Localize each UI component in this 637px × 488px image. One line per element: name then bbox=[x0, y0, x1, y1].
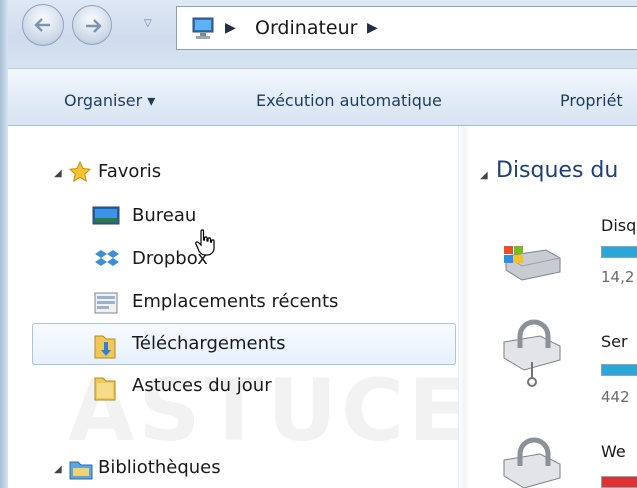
drive-usage-bar bbox=[601, 364, 637, 376]
breadcrumb-arrow-icon[interactable]: ▶ bbox=[367, 20, 378, 36]
sidebar-item-label: Bureau bbox=[132, 205, 197, 226]
network-drive-icon bbox=[503, 437, 561, 488]
dropbox-icon bbox=[95, 250, 119, 266]
recent-pages-dropdown[interactable]: ▽ bbox=[144, 18, 152, 29]
command-bar: Organiser ▾ Exécution automatique Propri… bbox=[8, 68, 637, 126]
address-bar[interactable]: ▶ Ordinateur ▶ bbox=[176, 6, 637, 50]
group-title: Disques du bbox=[496, 158, 619, 183]
sidebar-item-label: Téléchargements bbox=[132, 333, 286, 354]
collapse-arrow-icon[interactable]: ◢ bbox=[480, 170, 488, 181]
organize-button[interactable]: Organiser ▾ bbox=[64, 91, 155, 110]
hand-cursor-icon bbox=[195, 229, 215, 256]
sidebar-item-recent-places[interactable]: Emplacements récents bbox=[8, 284, 458, 322]
drive-name: Ser bbox=[601, 332, 628, 351]
tree-libraries[interactable]: ◢ Bibliothèques bbox=[8, 450, 458, 488]
forward-arrow-icon bbox=[86, 19, 102, 33]
window-frame bbox=[0, 0, 8, 488]
downloads-folder-icon bbox=[94, 335, 116, 359]
expand-arrow-icon[interactable]: ◢ bbox=[54, 464, 62, 475]
sidebar-item-desktop[interactable]: Bureau bbox=[8, 198, 458, 236]
sidebar-item-label: Emplacements récents bbox=[132, 291, 339, 312]
recent-places-icon bbox=[94, 292, 118, 314]
content-pane: ◢ Disques du Disq 14,2 Ser 442 We bbox=[470, 126, 637, 488]
sidebar-item-label: Astuces du jour bbox=[132, 375, 272, 396]
drive-size: 14,2 bbox=[601, 268, 635, 286]
autoplay-button[interactable]: Exécution automatique bbox=[256, 91, 442, 110]
expand-arrow-icon[interactable]: ◢ bbox=[54, 168, 62, 179]
breadcrumb-arrow-icon[interactable]: ▶ bbox=[225, 20, 236, 36]
drive-name: We bbox=[601, 442, 626, 461]
drive-name: Disq bbox=[601, 216, 637, 235]
back-arrow-icon bbox=[34, 18, 50, 32]
tree-favorites[interactable]: ◢ Favoris bbox=[8, 154, 458, 192]
pane-splitter[interactable] bbox=[458, 126, 470, 488]
forward-button[interactable] bbox=[72, 5, 112, 45]
sidebar-item-tips[interactable]: Astuces du jour bbox=[8, 368, 458, 406]
navigation-pane: ASTUCES ◢ Favoris Bureau Dropbox Emplace… bbox=[8, 126, 533, 488]
drive-usage-bar bbox=[601, 476, 637, 488]
drive-size: 442 bbox=[601, 388, 630, 406]
folder-icon bbox=[94, 377, 116, 401]
libraries-icon bbox=[69, 461, 93, 480]
network-drive-icon bbox=[503, 319, 561, 387]
breadcrumb-computer[interactable]: Ordinateur bbox=[255, 17, 357, 39]
favorites-label: Favoris bbox=[98, 161, 162, 182]
sidebar-item-dropbox[interactable]: Dropbox bbox=[8, 241, 458, 279]
star-icon bbox=[68, 160, 92, 183]
back-button[interactable] bbox=[22, 4, 64, 46]
desktop-icon bbox=[92, 206, 120, 225]
title-bar: ▽ ▶ Ordinateur ▶ bbox=[8, 0, 637, 68]
drive-usage-bar bbox=[601, 246, 637, 258]
windows-drive-icon bbox=[504, 246, 561, 281]
properties-button[interactable]: Propriét bbox=[560, 91, 623, 110]
libraries-label: Bibliothèques bbox=[98, 457, 221, 478]
computer-icon bbox=[192, 17, 214, 39]
sidebar-item-downloads[interactable]: Téléchargements bbox=[8, 326, 458, 364]
